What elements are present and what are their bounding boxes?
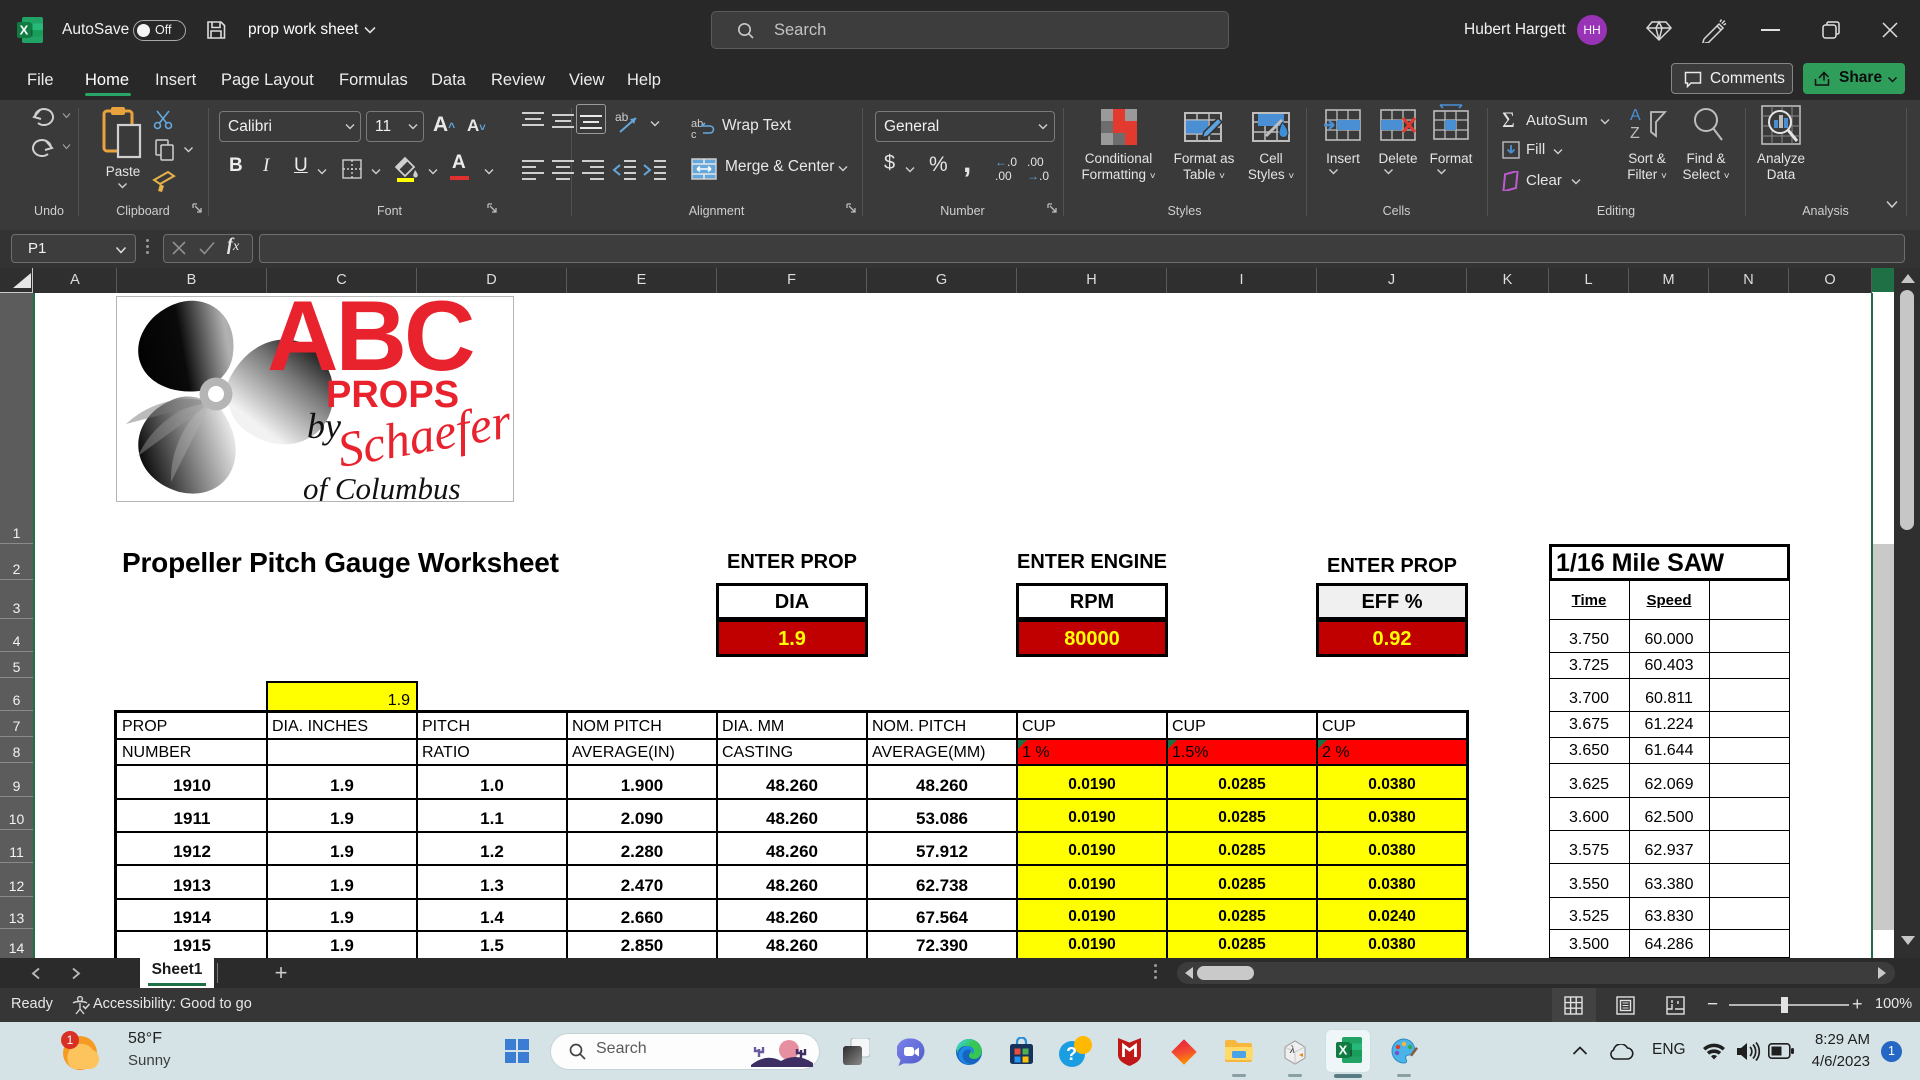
svg-text:X: X [20, 23, 29, 38]
svg-text:?: ? [1066, 1044, 1077, 1064]
svg-text:λ: λ [1289, 1044, 1295, 1056]
svg-text:A: A [1630, 107, 1641, 124]
svg-text:1: 1 [67, 1033, 74, 1047]
svg-text:Z: Z [1630, 125, 1640, 142]
svg-text:of Columbus: of Columbus [303, 471, 461, 501]
svg-text:c: c [691, 129, 697, 139]
svg-text:X: X [1339, 1043, 1348, 1058]
svg-text:ab: ab [615, 110, 629, 124]
